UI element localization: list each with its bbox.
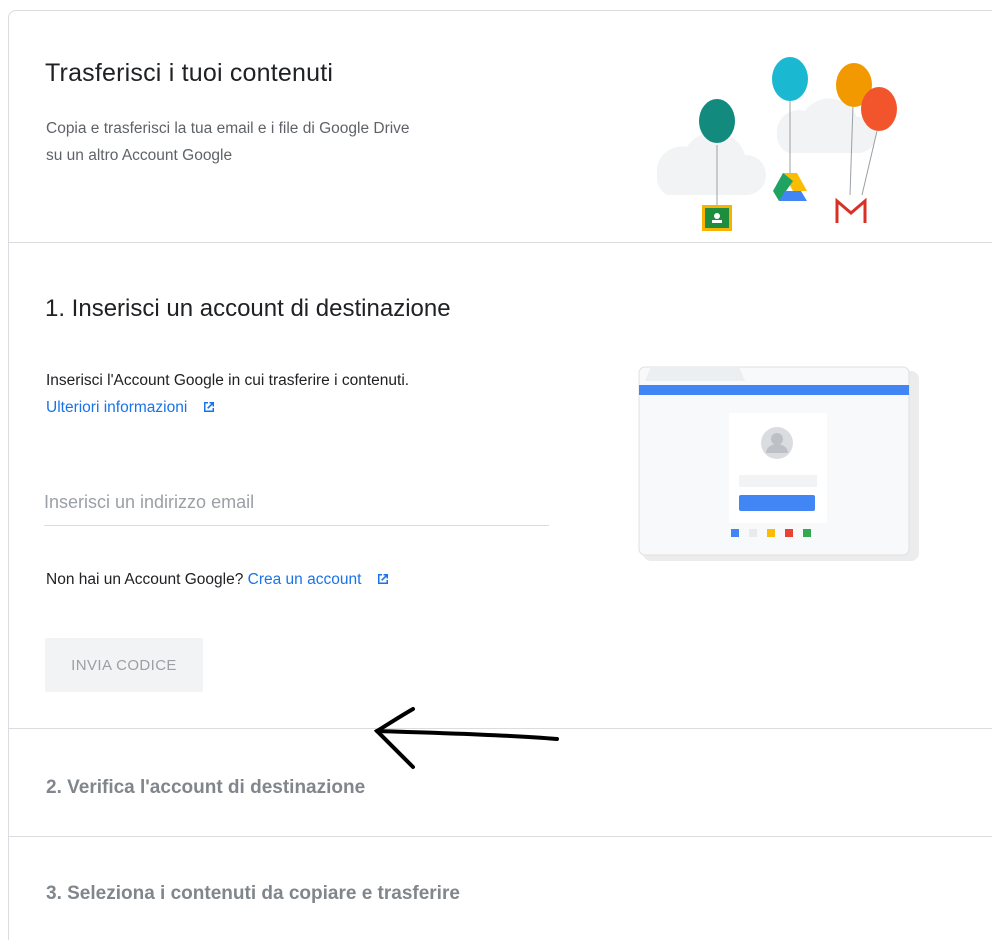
subtitle-line-2: su un altro Account Google <box>46 147 233 164</box>
no-account-text: Non hai un Account Google? <box>46 571 244 588</box>
step2-section[interactable]: 2. Verifica l'account di destinazione <box>9 729 992 837</box>
no-account-line: Non hai un Account Google? Crea un accou… <box>46 571 390 589</box>
header-section: Trasferisci i tuoi contenuti Copia e tra… <box>9 11 992 243</box>
gmail-icon <box>835 197 867 223</box>
page-subtitle: Copia e trasferisci la tua email e i fil… <box>46 115 566 169</box>
subtitle-line-1: Copia e trasferisci la tua email e i fil… <box>46 120 410 137</box>
step1-description-text: Inserisci l'Account Google in cui trasfe… <box>46 372 410 389</box>
email-field-wrapper <box>44 479 549 526</box>
external-link-icon <box>203 402 214 412</box>
classroom-icon <box>702 205 732 231</box>
step1-section: 1. Inserisci un account di destinazione … <box>9 243 992 769</box>
account-browser-illustration <box>638 366 919 561</box>
step2-title: 2. Verifica l'account di destinazione <box>46 777 366 798</box>
email-input[interactable] <box>44 487 549 517</box>
more-info-label: Ulteriori informazioni <box>46 399 188 416</box>
more-info-link[interactable]: Ulteriori informazioni <box>46 399 216 416</box>
step3-section[interactable]: 3. Seleziona i contenuti da copiare e tr… <box>9 837 992 941</box>
send-code-button[interactable]: INVIA CODICE <box>45 638 203 692</box>
page-title: Trasferisci i tuoi contenuti <box>45 59 334 87</box>
transfer-card: Trasferisci i tuoi contenuti Copia e tra… <box>8 10 992 940</box>
step1-title: 1. Inserisci un account di destinazione <box>45 295 451 322</box>
create-account-label: Crea un account <box>247 571 362 588</box>
step1-description: Inserisci l'Account Google in cui trasfe… <box>46 367 586 421</box>
external-link-icon <box>377 574 388 584</box>
create-account-link[interactable]: Crea un account <box>248 571 390 588</box>
balloons-illustration <box>657 57 897 231</box>
google-drive-icon <box>773 173 807 201</box>
step3-title: 3. Seleziona i contenuti da copiare e tr… <box>46 883 460 904</box>
